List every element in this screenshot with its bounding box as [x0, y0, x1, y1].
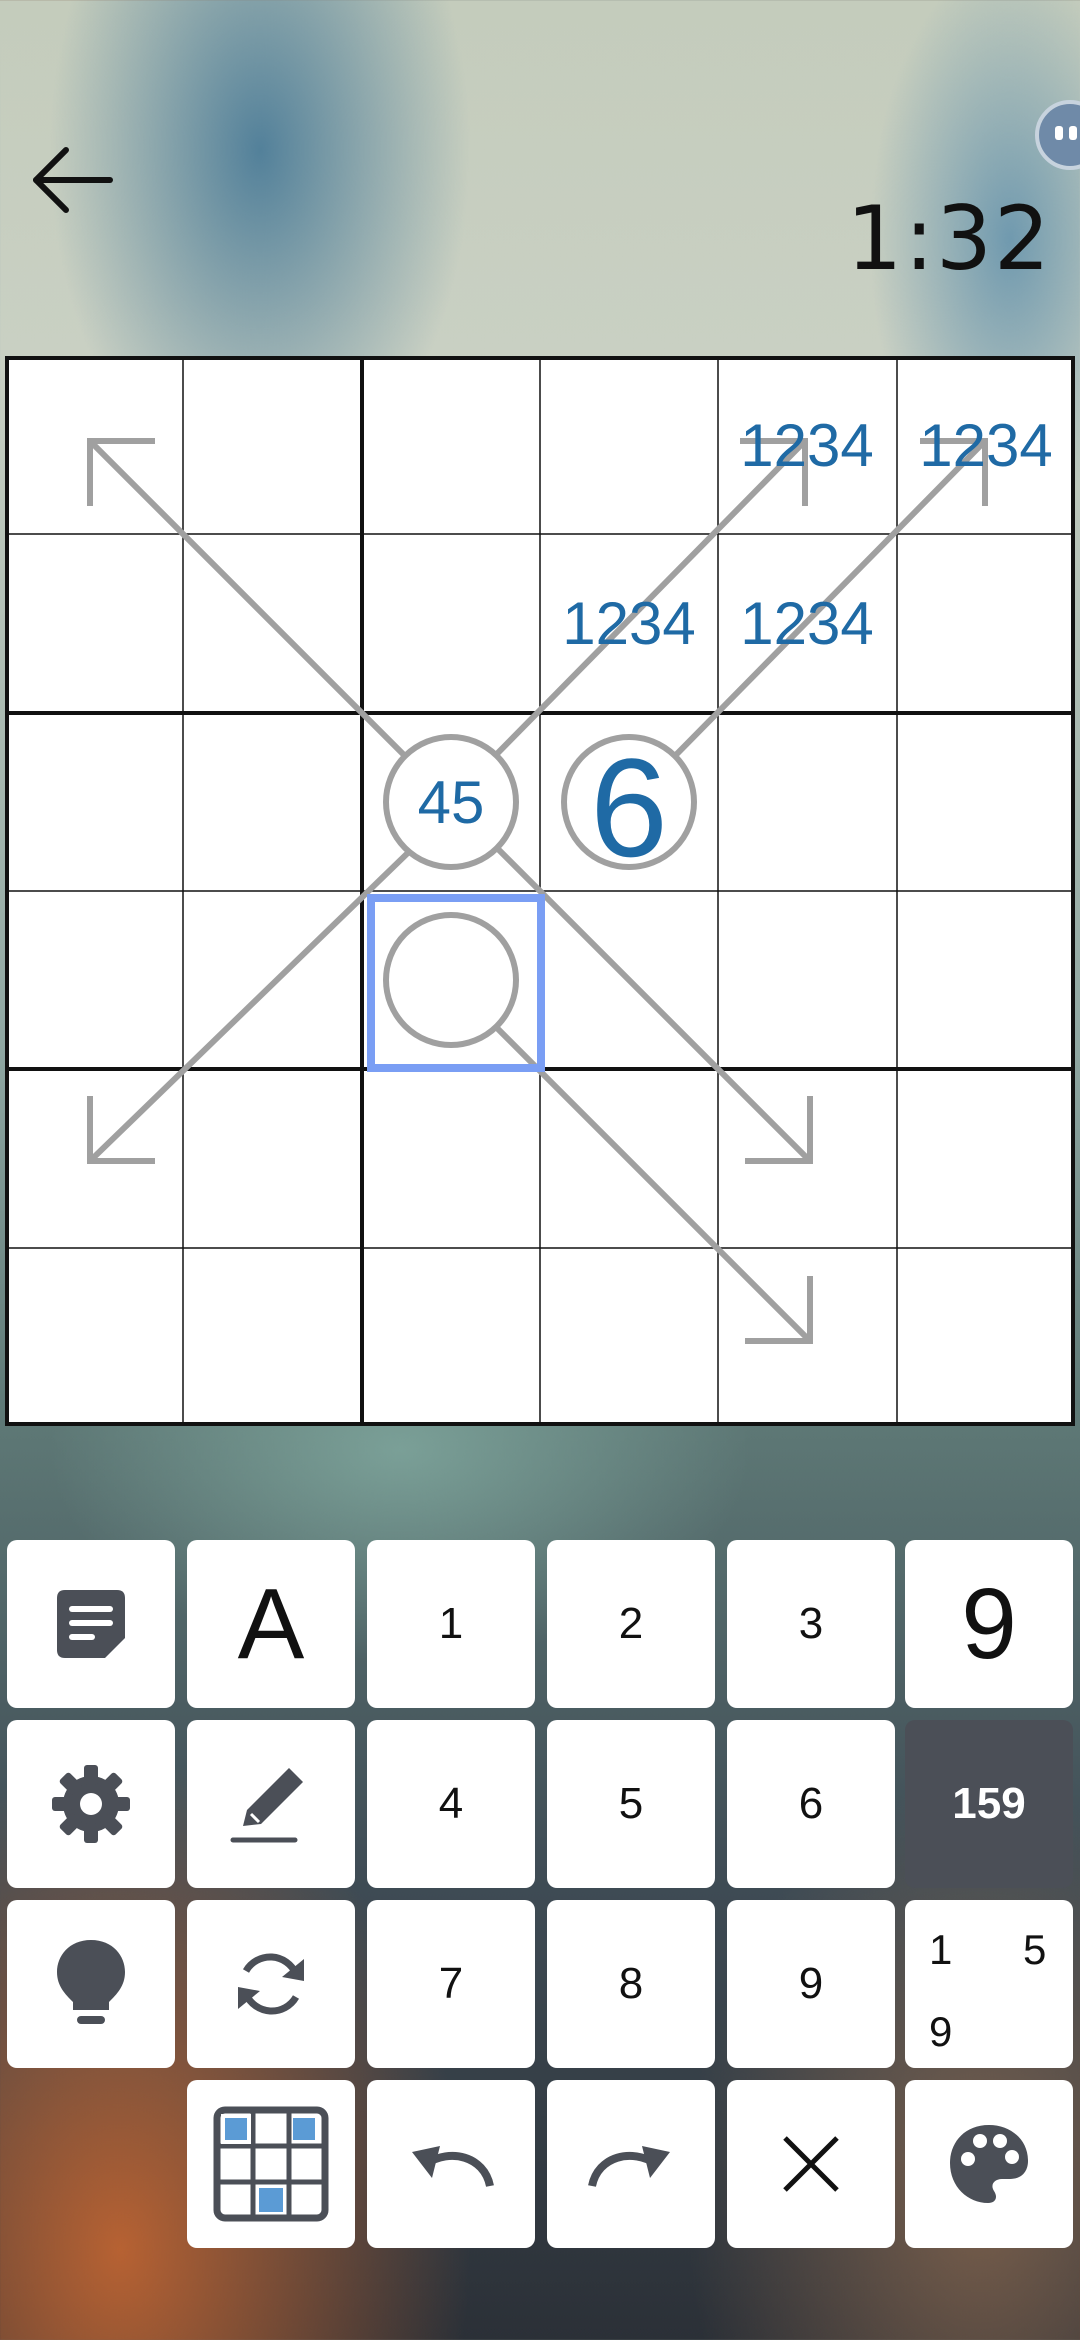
digit-7-button[interactable]: 7 [367, 1900, 535, 2068]
refresh-icon [238, 1953, 304, 2015]
grid-icon [213, 2106, 329, 2222]
digit-label: 7 [438, 1959, 464, 2008]
center-notes-mode-label: 159 [952, 1779, 1026, 1828]
digit-9-button[interactable]: 9 [727, 1900, 895, 2068]
cell-notes-r1c3: 1234 [562, 590, 696, 657]
normal-mode-button[interactable]: 9 [905, 1540, 1073, 1708]
digit-label: 3 [798, 1599, 824, 1648]
cell-notes-r0c5: 1234 [919, 412, 1053, 479]
pencil-icon [230, 1768, 303, 1843]
arrow-left-icon [33, 147, 113, 213]
restart-button[interactable] [187, 1900, 355, 2068]
top-bar: 1:32 [0, 0, 1080, 350]
cell-notes-r0c4: 1234 [740, 412, 874, 479]
corner-note-1: 1 [929, 1926, 953, 1973]
digit-label: 9 [798, 1959, 824, 2008]
notes-button[interactable] [7, 1540, 175, 1708]
digit-label: 8 [618, 1959, 644, 2008]
center-notes-mode-button[interactable]: 159 [905, 1720, 1073, 1888]
digit-1-button[interactable]: 1 [367, 1540, 535, 1708]
corner-note-9: 9 [929, 2008, 953, 2055]
digit-5-button[interactable]: 5 [547, 1720, 715, 1888]
digit-label: 6 [798, 1779, 824, 1828]
cell-value-r2c3: 6 [590, 729, 668, 886]
gear-icon [52, 1765, 130, 1843]
digit-2-button[interactable]: 2 [547, 1540, 715, 1708]
note-icon [57, 1590, 125, 1658]
board-grid [5, 356, 1075, 1426]
corner-notes-mode-label: 1 5 9 [905, 1900, 1073, 2068]
settings-button[interactable] [7, 1720, 175, 1888]
redo-icon [588, 2146, 670, 2188]
redo-button[interactable] [547, 2080, 715, 2248]
palette-icon [950, 2125, 1028, 2203]
digit-3-button[interactable]: 3 [727, 1540, 895, 1708]
undo-button[interactable] [367, 2080, 535, 2248]
digit-label: 4 [438, 1779, 464, 1828]
avatar-eye-right [1069, 126, 1077, 140]
avatar-eye-left [1055, 126, 1063, 140]
corner-notes-mode-button[interactable]: 1 5 9 [905, 1900, 1073, 2068]
game-timer: 1:32 [846, 187, 1052, 290]
corner-note-5: 5 [1023, 1926, 1047, 1973]
cell-notes-r2c2: 45 [417, 769, 485, 836]
normal-mode-label: 9 [961, 1568, 1017, 1680]
digit-label: 1 [438, 1599, 464, 1648]
color-palette-button[interactable] [905, 2080, 1073, 2248]
hint-button[interactable] [7, 1900, 175, 2068]
letter-mode-label: A [237, 1568, 305, 1680]
back-button[interactable] [28, 140, 118, 220]
letter-mode-button[interactable]: A [187, 1540, 355, 1708]
close-icon [783, 2136, 839, 2192]
digit-label: 2 [618, 1599, 644, 1648]
cell-notes-r1c4: 1234 [740, 590, 874, 657]
robot-avatar-icon[interactable] [1035, 100, 1080, 170]
undo-icon [412, 2146, 494, 2188]
selected-cell[interactable] [367, 894, 545, 1072]
sudoku-board[interactable]: 1234 1234 1234 1234 45 6 [5, 356, 1075, 1426]
digit-8-button[interactable]: 8 [547, 1900, 715, 2068]
arrow-up-left-line [87, 438, 418, 769]
arrow-down-right-line-2 [492, 1023, 813, 1344]
lightbulb-icon [57, 1940, 125, 2024]
digit-4-button[interactable]: 4 [367, 1720, 535, 1888]
keypad: A 1 2 3 9 4 5 6 159 7 8 9 1 5 9 [0, 1540, 1080, 2260]
digit-6-button[interactable]: 6 [727, 1720, 895, 1888]
clear-button[interactable] [727, 2080, 895, 2248]
digit-label: 5 [618, 1779, 644, 1828]
pencil-button[interactable] [187, 1720, 355, 1888]
grid-button[interactable] [187, 2080, 355, 2248]
